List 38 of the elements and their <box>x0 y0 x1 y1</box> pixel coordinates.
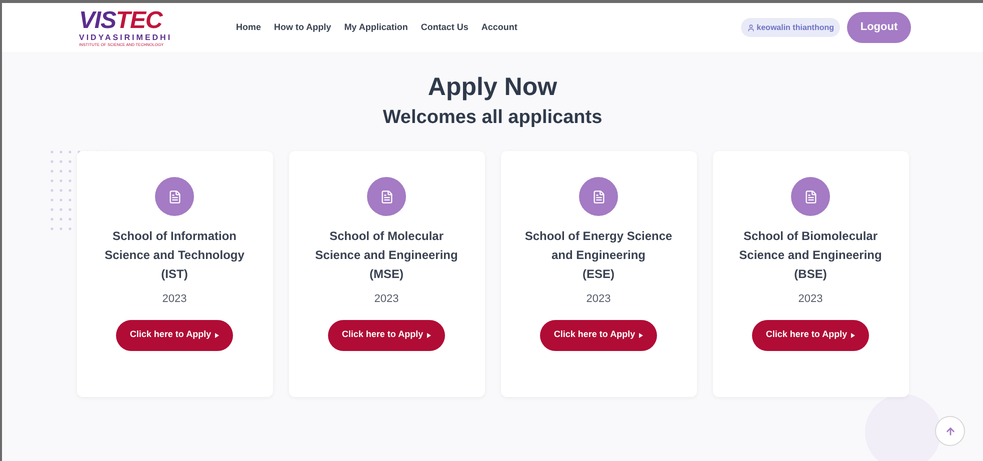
school-code: (BSE) <box>794 266 827 283</box>
document-icon <box>367 177 406 216</box>
caret-icon <box>639 332 644 338</box>
nav-link[interactable]: Account <box>481 20 518 34</box>
nav-link[interactable]: Contact Us <box>420 20 468 34</box>
school-name: School of Energy Science and Engineering <box>524 228 674 264</box>
page-subtitle: Welcomes all applicants <box>382 106 602 130</box>
user-name: keowalin thianthong <box>756 22 834 34</box>
arrow-up-icon <box>944 426 956 436</box>
caret-icon <box>851 332 856 338</box>
scroll-to-top-button[interactable] <box>935 416 965 446</box>
document-icon <box>155 177 194 216</box>
caret-icon <box>215 332 220 338</box>
nav-link[interactable]: My Application <box>344 20 408 34</box>
school-code: (MSE) <box>370 266 404 283</box>
logo-wordmark: TEC <box>116 8 162 32</box>
document-icon <box>791 177 830 216</box>
school-code: (ESE) <box>582 266 614 283</box>
caret-icon <box>427 332 432 338</box>
nav-link[interactable]: How to Apply <box>274 20 332 34</box>
logo-name: VIDYASIRIMEDHI <box>79 32 174 42</box>
school-year: 2023 <box>374 292 399 307</box>
apply-button[interactable]: Click here to Apply <box>752 320 870 350</box>
school-code: (IST) <box>161 266 188 283</box>
document-icon <box>579 177 618 216</box>
nav-link[interactable]: Home <box>236 20 262 34</box>
school-year: 2023 <box>798 292 823 307</box>
apply-button[interactable]: Click here to Apply <box>328 320 446 350</box>
page-title: Apply Now <box>428 72 558 102</box>
user-icon <box>746 24 755 32</box>
apply-button[interactable]: Click here to Apply <box>540 320 658 350</box>
school-year: 2023 <box>162 292 187 307</box>
school-year: 2023 <box>586 292 611 307</box>
school-name: School of Information Science and Technology <box>104 228 246 264</box>
school-name: School of Biomolecular Science and Engineering <box>738 228 883 264</box>
apply-button[interactable]: Click here to Apply <box>116 320 234 350</box>
logo-wordmark: VIS <box>79 8 116 32</box>
school-name: School of Molecular Science and Engineering <box>314 228 459 264</box>
